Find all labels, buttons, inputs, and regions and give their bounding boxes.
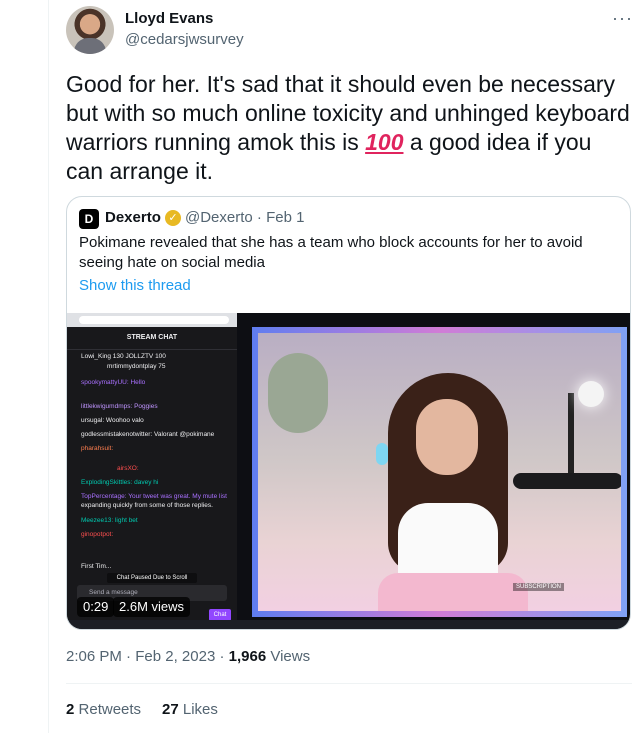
quote-video[interactable]: STREAM CHAT Lowi_King 130 JOLLZTV 100 mr… (67, 313, 630, 629)
likes-stat[interactable]: 27 Likes (162, 701, 218, 718)
windows-taskbar (67, 620, 630, 629)
microphone (513, 473, 621, 489)
chat-line: Meezee13: light bet (81, 517, 138, 524)
quote-meta: @Dexerto · Feb 1 (185, 209, 305, 226)
chat-line: mrtimmydontplay 75 (107, 363, 166, 370)
avatar[interactable] (66, 6, 114, 54)
more-options-icon[interactable]: ··· (612, 8, 633, 29)
chat-line: First Tim... (81, 563, 112, 570)
bunny-figure (376, 443, 388, 465)
chat-line: littlekwigumdmps: Poggies (81, 403, 158, 410)
chat-paused-banner: Chat Paused Due to Scroll (107, 573, 197, 583)
quote-text: Pokimane revealed that she has a team wh… (79, 234, 583, 271)
chat-line: TopPercentage: Your tweet was great. My … (81, 493, 227, 500)
chat-line: airsXO: (117, 465, 139, 472)
chat-line: ursugal: Woohoo valo (81, 417, 144, 424)
retweets-stat[interactable]: 2 Retweets (66, 701, 141, 718)
divider (66, 683, 632, 684)
show-thread-link[interactable]: Show this thread (79, 277, 191, 294)
dexerto-logo-icon: D (79, 209, 99, 229)
views-count: 1,966 (228, 648, 267, 665)
chat-line: pharahsuit: (81, 445, 114, 452)
hundred-points-emoji: 100 (365, 129, 404, 155)
verified-badge-icon: ✓ (165, 210, 181, 226)
chat-line: ExplodingSkittles: davey hi (81, 479, 159, 486)
browser-toolbar (67, 313, 237, 327)
author-handle[interactable]: @cedarsjwsurvey (125, 31, 244, 48)
quoted-tweet[interactable]: D Dexerto ✓ @Dexerto · Feb 1 Pokimane re… (66, 196, 631, 630)
tweet-timestamp[interactable]: 2:06 PM · Feb 2, 2023 · 1,966 Views (66, 648, 310, 665)
stream-chat-panel: STREAM CHAT Lowi_King 130 JOLLZTV 100 mr… (67, 327, 237, 621)
author-name[interactable]: Lloyd Evans (125, 10, 213, 27)
tweet-text: Good for her. It's sad that it should ev… (66, 71, 630, 184)
ring-light (578, 381, 604, 407)
chat-line: godlessmistakenotwitter: Valorant @pokim… (81, 431, 215, 438)
timeline-thread-rule (48, 0, 49, 733)
decor-plant (268, 353, 328, 433)
chat-header: STREAM CHAT (67, 327, 237, 350)
chat-line: expanding quickly from some of those rep… (81, 502, 213, 509)
subscription-badge: SUBSCRIPTION (513, 583, 565, 591)
stream-video-frame: SUBSCRIPTION (252, 327, 627, 617)
quote-author-name: Dexerto (105, 209, 161, 226)
chat-line: ginopotpot: (81, 531, 114, 538)
chat-line: spookymattyUU: Hello (81, 379, 146, 386)
chat-line: Lowi_King 130 JOLLZTV 100 (81, 353, 166, 360)
video-views: 2.6M views (113, 597, 191, 617)
video-time: 0:29 (77, 597, 115, 617)
